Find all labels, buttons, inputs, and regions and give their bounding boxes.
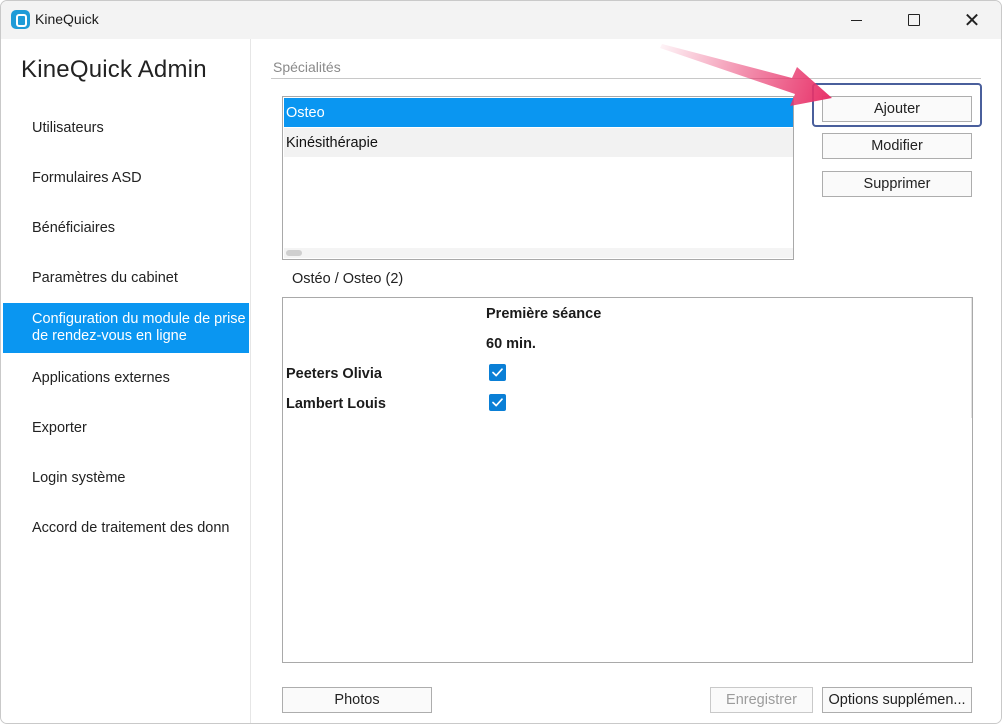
horizontal-scrollbar[interactable] — [284, 248, 793, 258]
photos-button[interactable]: Photos — [282, 687, 432, 713]
close-icon: ✕ — [963, 8, 981, 32]
sidebar-item-utilisateurs[interactable]: Utilisateurs — [3, 103, 249, 153]
sidebar: KineQuick Admin Utilisateurs Formulaires… — [1, 39, 251, 723]
title-bar[interactable]: KineQuick ✕ — [1, 1, 1001, 39]
add-button[interactable]: Ajouter — [822, 96, 972, 122]
list-item[interactable]: Osteo — [284, 98, 793, 127]
practitioner-grid: Première séance 60 min. Peeters Olivia L… — [282, 297, 973, 663]
content-panel: Spécialités Osteo Kinésithérapie Ajouter… — [251, 39, 1001, 723]
checkmark-icon — [492, 368, 503, 377]
minimize-icon — [850, 19, 862, 21]
practitioner-checkbox[interactable] — [489, 364, 506, 381]
sidebar-item-login-systeme[interactable]: Login système — [3, 453, 249, 503]
speciality-group-label: Ostéo / Osteo (2) — [292, 271, 404, 287]
sidebar-item-configuration-rdv[interactable]: Configuration du module de prise de rend… — [3, 303, 249, 353]
save-button[interactable]: Enregistrer — [710, 687, 813, 713]
sidebar-title: KineQuick Admin — [21, 56, 207, 83]
list-item[interactable]: Kinésithérapie — [284, 128, 793, 157]
duration-label: 60 min. — [486, 336, 536, 352]
practitioner-checkbox[interactable] — [489, 394, 506, 411]
practitioner-name: Lambert Louis — [286, 396, 386, 412]
close-button[interactable]: ✕ — [943, 1, 1001, 39]
window-title: KineQuick — [35, 11, 99, 27]
specialities-list[interactable]: Osteo Kinésithérapie — [282, 96, 794, 260]
column-header-premiere-seance: Première séance — [486, 306, 602, 322]
minimize-button[interactable] — [827, 1, 885, 39]
scrollbar-thumb[interactable] — [286, 250, 302, 256]
kinequick-app-icon — [11, 10, 30, 29]
app-window: KineQuick ✕ KineQuick Admin Utilisateurs… — [0, 0, 1002, 724]
practitioner-name: Peeters Olivia — [286, 366, 382, 382]
sidebar-item-accord-traitement[interactable]: Accord de traitement des donn — [3, 503, 249, 553]
maximize-button[interactable] — [885, 1, 943, 39]
edit-button[interactable]: Modifier — [822, 133, 972, 159]
sidebar-item-applications-externes[interactable]: Applications externes — [3, 353, 249, 403]
sidebar-item-parametres-cabinet[interactable]: Paramètres du cabinet — [3, 253, 249, 303]
maximize-icon — [908, 14, 920, 26]
more-options-button[interactable]: Options supplémen... — [822, 687, 972, 713]
sidebar-item-beneficiaires[interactable]: Bénéficiaires — [3, 203, 249, 253]
specialities-section-label: Spécialités — [273, 59, 341, 75]
grid-divider — [971, 298, 972, 418]
delete-button[interactable]: Supprimer — [822, 171, 972, 197]
sidebar-item-formulaires-asd[interactable]: Formulaires ASD — [3, 153, 249, 203]
sidebar-item-exporter[interactable]: Exporter — [3, 403, 249, 453]
checkmark-icon — [492, 398, 503, 407]
section-divider — [271, 78, 981, 79]
